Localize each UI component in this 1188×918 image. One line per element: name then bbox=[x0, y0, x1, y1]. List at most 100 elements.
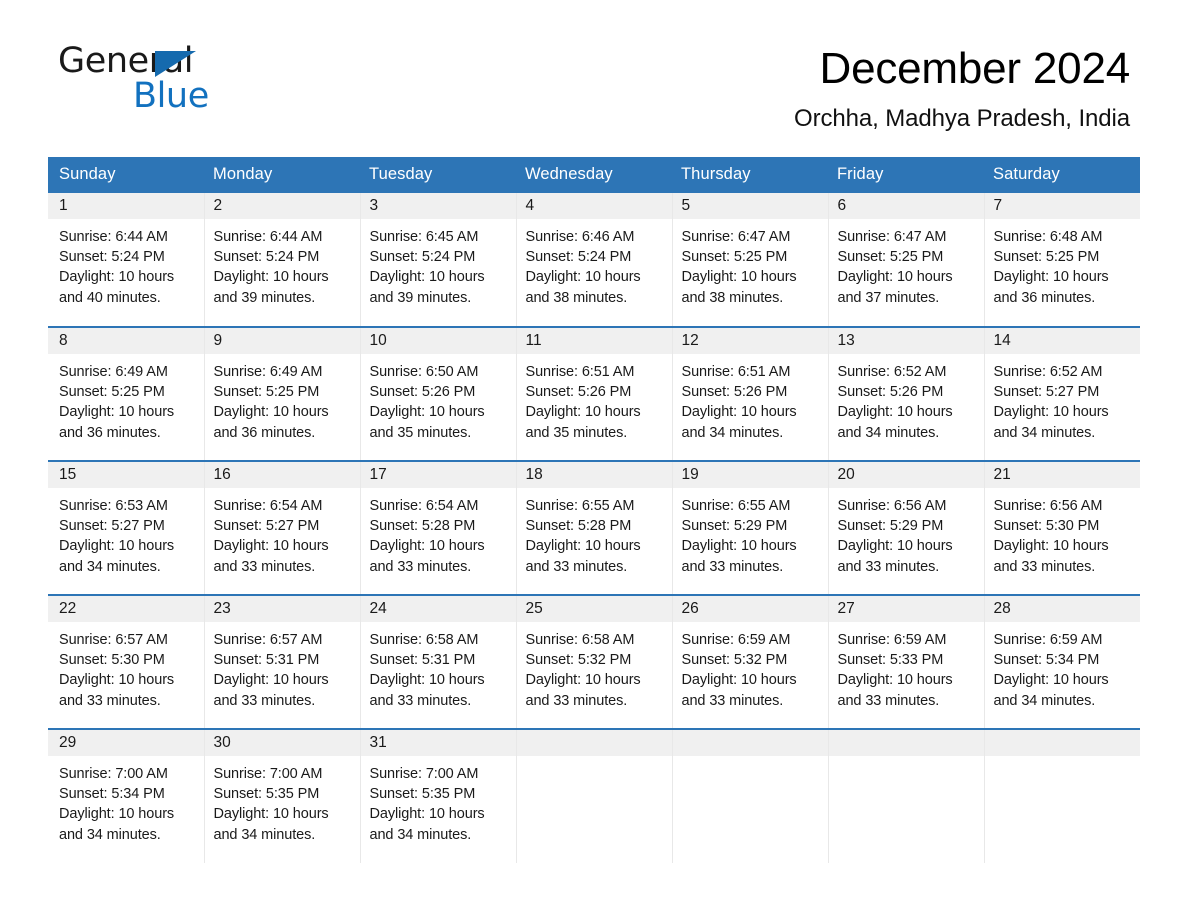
calendar-body: 1 Sunrise: 6:44 AM Sunset: 5:24 PM Dayli… bbox=[48, 193, 1140, 863]
day-cell[interactable]: 20 Sunrise: 6:56 AM Sunset: 5:29 PM Dayl… bbox=[828, 460, 985, 595]
day-cell[interactable]: 7 Sunrise: 6:48 AM Sunset: 5:25 PM Dayli… bbox=[984, 193, 1140, 327]
day-details: Sunrise: 6:58 AM Sunset: 5:32 PM Dayligh… bbox=[517, 622, 672, 711]
day-cell[interactable]: 19 Sunrise: 6:55 AM Sunset: 5:29 PM Dayl… bbox=[672, 460, 829, 595]
day-cell[interactable]: 23 Sunrise: 6:57 AM Sunset: 5:31 PM Dayl… bbox=[204, 594, 361, 729]
sunset-text: Sunset: 5:33 PM bbox=[837, 652, 944, 669]
sunrise-text: Sunrise: 6:56 AM bbox=[993, 498, 1103, 514]
sunset-text: Sunset: 5:26 PM bbox=[681, 384, 788, 401]
day-details: Sunrise: 6:56 AM Sunset: 5:30 PM Dayligh… bbox=[985, 488, 1141, 577]
day-cell[interactable]: 17 Sunrise: 6:54 AM Sunset: 5:28 PM Dayl… bbox=[360, 460, 517, 595]
day-details: Sunrise: 6:56 AM Sunset: 5:29 PM Dayligh… bbox=[829, 488, 984, 577]
day-cell[interactable]: 16 Sunrise: 6:54 AM Sunset: 5:27 PM Dayl… bbox=[204, 460, 361, 595]
day-cell[interactable]: 15 Sunrise: 6:53 AM Sunset: 5:27 PM Dayl… bbox=[48, 460, 205, 595]
sunrise-text: Sunrise: 6:49 AM bbox=[213, 364, 323, 380]
day-number: 20 bbox=[828, 462, 984, 488]
day-number: 23 bbox=[204, 596, 360, 622]
daylight-text: Daylight: 10 hours and 33 minutes. bbox=[525, 672, 641, 709]
sunset-text: Sunset: 5:25 PM bbox=[681, 249, 788, 266]
day-cell[interactable]: 27 Sunrise: 6:59 AM Sunset: 5:33 PM Dayl… bbox=[828, 594, 985, 729]
daylight-text: Daylight: 10 hours and 36 minutes. bbox=[213, 404, 329, 441]
sunrise-text: Sunrise: 6:51 AM bbox=[525, 364, 635, 380]
sunrise-text: Sunrise: 7:00 AM bbox=[213, 766, 323, 782]
day-cell[interactable]: 13 Sunrise: 6:52 AM Sunset: 5:26 PM Dayl… bbox=[828, 326, 985, 461]
sunset-text: Sunset: 5:26 PM bbox=[525, 384, 632, 401]
day-details: Sunrise: 6:59 AM Sunset: 5:33 PM Dayligh… bbox=[829, 622, 984, 711]
logo-text-blue: Blue bbox=[133, 76, 209, 116]
day-cell[interactable]: 10 Sunrise: 6:50 AM Sunset: 5:26 PM Dayl… bbox=[360, 326, 517, 461]
day-number bbox=[984, 730, 1140, 756]
sunrise-text: Sunrise: 6:50 AM bbox=[369, 364, 479, 380]
day-cell[interactable]: 25 Sunrise: 6:58 AM Sunset: 5:32 PM Dayl… bbox=[516, 594, 673, 729]
daylight-text: Daylight: 10 hours and 35 minutes. bbox=[525, 404, 641, 441]
day-cell[interactable]: 18 Sunrise: 6:55 AM Sunset: 5:28 PM Dayl… bbox=[516, 460, 673, 595]
day-cell[interactable]: 2 Sunrise: 6:44 AM Sunset: 5:24 PM Dayli… bbox=[204, 193, 361, 327]
sunrise-text: Sunrise: 6:48 AM bbox=[993, 229, 1103, 245]
weekday-header-friday: Friday bbox=[828, 157, 984, 193]
sunset-text: Sunset: 5:25 PM bbox=[837, 249, 944, 266]
weekday-header-tuesday: Tuesday bbox=[360, 157, 516, 193]
day-number: 17 bbox=[360, 462, 516, 488]
day-cell[interactable]: 24 Sunrise: 6:58 AM Sunset: 5:31 PM Dayl… bbox=[360, 594, 517, 729]
day-number: 29 bbox=[48, 730, 204, 756]
daylight-text: Daylight: 10 hours and 39 minutes. bbox=[369, 269, 485, 306]
daylight-text: Daylight: 10 hours and 33 minutes. bbox=[213, 672, 329, 709]
sunrise-text: Sunrise: 6:47 AM bbox=[837, 229, 947, 245]
day-cell[interactable]: 31 Sunrise: 7:00 AM Sunset: 5:35 PM Dayl… bbox=[360, 728, 517, 863]
sunrise-text: Sunrise: 6:59 AM bbox=[993, 632, 1103, 648]
day-number: 19 bbox=[672, 462, 828, 488]
day-number: 5 bbox=[672, 193, 828, 219]
day-number: 11 bbox=[516, 328, 672, 354]
day-cell[interactable]: 26 Sunrise: 6:59 AM Sunset: 5:32 PM Dayl… bbox=[672, 594, 829, 729]
sunset-text: Sunset: 5:29 PM bbox=[837, 518, 944, 535]
day-cell[interactable]: 5 Sunrise: 6:47 AM Sunset: 5:25 PM Dayli… bbox=[672, 193, 829, 327]
daylight-text: Daylight: 10 hours and 34 minutes. bbox=[837, 404, 953, 441]
sunrise-text: Sunrise: 6:57 AM bbox=[213, 632, 323, 648]
sunset-text: Sunset: 5:27 PM bbox=[993, 384, 1100, 401]
daylight-text: Daylight: 10 hours and 33 minutes. bbox=[681, 672, 797, 709]
day-details: Sunrise: 6:51 AM Sunset: 5:26 PM Dayligh… bbox=[673, 354, 828, 443]
day-number: 4 bbox=[516, 193, 672, 219]
sunset-text: Sunset: 5:28 PM bbox=[525, 518, 632, 535]
day-cell[interactable]: 21 Sunrise: 6:56 AM Sunset: 5:30 PM Dayl… bbox=[984, 460, 1141, 595]
general-blue-logo[interactable]: General Blue bbox=[58, 44, 288, 114]
sunrise-text: Sunrise: 6:49 AM bbox=[59, 364, 168, 380]
day-details: Sunrise: 6:54 AM Sunset: 5:28 PM Dayligh… bbox=[361, 488, 516, 577]
daylight-text: Daylight: 10 hours and 33 minutes. bbox=[369, 538, 485, 575]
daylight-text: Daylight: 10 hours and 35 minutes. bbox=[369, 404, 485, 441]
day-number: 8 bbox=[48, 328, 204, 354]
day-details: Sunrise: 6:57 AM Sunset: 5:31 PM Dayligh… bbox=[205, 622, 360, 711]
calendar-week-row: 29 Sunrise: 7:00 AM Sunset: 5:34 PM Dayl… bbox=[48, 728, 1140, 863]
day-cell[interactable]: 30 Sunrise: 7:00 AM Sunset: 5:35 PM Dayl… bbox=[204, 728, 361, 863]
day-number bbox=[828, 730, 984, 756]
day-number: 10 bbox=[360, 328, 516, 354]
day-number: 27 bbox=[828, 596, 984, 622]
daylight-text: Daylight: 10 hours and 40 minutes. bbox=[59, 269, 175, 306]
day-number: 25 bbox=[516, 596, 672, 622]
day-cell[interactable]: 22 Sunrise: 6:57 AM Sunset: 5:30 PM Dayl… bbox=[48, 594, 205, 729]
day-cell[interactable]: 8 Sunrise: 6:49 AM Sunset: 5:25 PM Dayli… bbox=[48, 326, 205, 461]
day-cell[interactable]: 4 Sunrise: 6:46 AM Sunset: 5:24 PM Dayli… bbox=[516, 193, 673, 327]
day-details: Sunrise: 6:59 AM Sunset: 5:34 PM Dayligh… bbox=[985, 622, 1141, 711]
weekday-header-wednesday: Wednesday bbox=[516, 157, 672, 193]
day-cell-empty bbox=[984, 728, 1140, 863]
day-number: 30 bbox=[204, 730, 360, 756]
day-details: Sunrise: 6:52 AM Sunset: 5:27 PM Dayligh… bbox=[985, 354, 1141, 443]
sunset-text: Sunset: 5:26 PM bbox=[369, 384, 476, 401]
day-details: Sunrise: 6:55 AM Sunset: 5:29 PM Dayligh… bbox=[673, 488, 828, 577]
page-header: General Blue December 2024 Orchha, Madhy… bbox=[0, 0, 1188, 133]
day-cell[interactable]: 29 Sunrise: 7:00 AM Sunset: 5:34 PM Dayl… bbox=[48, 728, 205, 863]
day-cell[interactable]: 6 Sunrise: 6:47 AM Sunset: 5:25 PM Dayli… bbox=[828, 193, 985, 327]
day-cell[interactable]: 12 Sunrise: 6:51 AM Sunset: 5:26 PM Dayl… bbox=[672, 326, 829, 461]
day-cell[interactable]: 3 Sunrise: 6:45 AM Sunset: 5:24 PM Dayli… bbox=[360, 193, 517, 327]
day-cell[interactable]: 11 Sunrise: 6:51 AM Sunset: 5:26 PM Dayl… bbox=[516, 326, 673, 461]
day-cell[interactable]: 14 Sunrise: 6:52 AM Sunset: 5:27 PM Dayl… bbox=[984, 326, 1141, 461]
sunset-text: Sunset: 5:35 PM bbox=[213, 786, 320, 803]
day-cell[interactable]: 28 Sunrise: 6:59 AM Sunset: 5:34 PM Dayl… bbox=[984, 594, 1141, 729]
day-cell[interactable]: 1 Sunrise: 6:44 AM Sunset: 5:24 PM Dayli… bbox=[48, 193, 205, 327]
day-number: 14 bbox=[984, 328, 1140, 354]
sunset-text: Sunset: 5:24 PM bbox=[59, 249, 165, 266]
sunset-text: Sunset: 5:26 PM bbox=[837, 384, 944, 401]
day-cell[interactable]: 9 Sunrise: 6:49 AM Sunset: 5:25 PM Dayli… bbox=[204, 326, 361, 461]
calendar-header-row: Sunday Monday Tuesday Wednesday Thursday… bbox=[48, 157, 1140, 193]
day-number: 31 bbox=[360, 730, 516, 756]
